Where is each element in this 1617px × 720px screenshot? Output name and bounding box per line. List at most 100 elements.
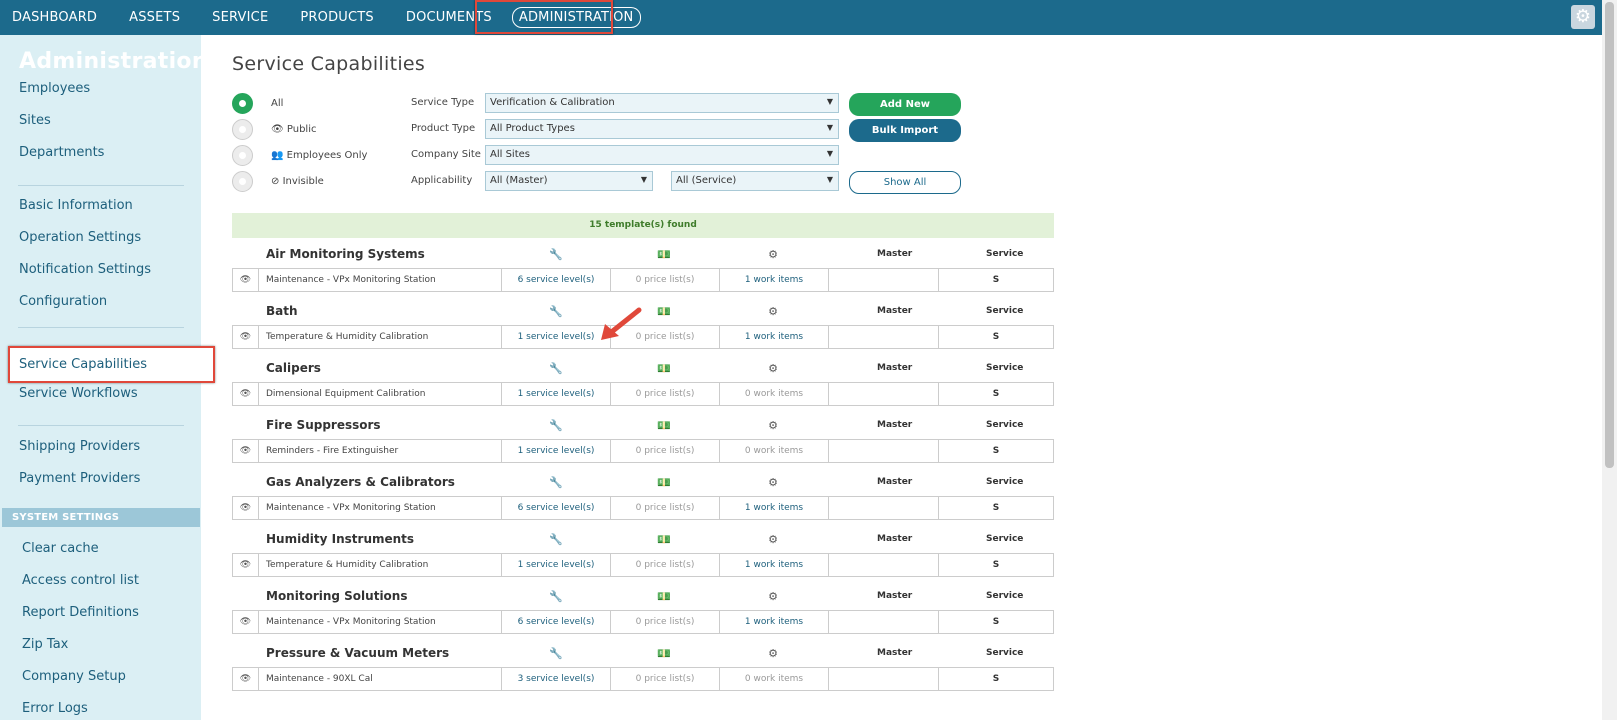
service-type-select[interactable]: Verification & Calibration ▼: [485, 93, 839, 113]
work-items-link[interactable]: 1 work items: [720, 554, 829, 576]
wrench-icon: 🔧: [549, 248, 563, 261]
service-levels-link[interactable]: 6 service level(s): [502, 497, 611, 519]
nav-documents[interactable]: DOCUMENTS: [406, 10, 492, 25]
nav-dashboard[interactable]: DASHBOARD: [12, 10, 97, 25]
sidebar-item-operation-settings[interactable]: Operation Settings: [19, 230, 141, 245]
radio-all[interactable]: [232, 93, 253, 114]
price-lists-link[interactable]: 0 price list(s): [611, 383, 720, 405]
sidebar-item-access-control-list[interactable]: Access control list: [22, 573, 139, 588]
eye-icon[interactable]: 👁: [233, 440, 259, 462]
service-column-header: Service: [986, 477, 1024, 487]
sidebar-item-notification-settings[interactable]: Notification Settings: [19, 262, 151, 277]
sidebar-item-payment-providers[interactable]: Payment Providers: [19, 471, 140, 486]
sidebar-item-configuration[interactable]: Configuration: [19, 294, 107, 309]
template-name: Maintenance - 90XL Cal: [259, 668, 502, 690]
group-name: Humidity Instruments: [266, 532, 415, 546]
service-column-header: Service: [986, 591, 1024, 601]
work-items-link[interactable]: 0 work items: [720, 383, 829, 405]
settings-gear-icon[interactable]: ⚙: [1571, 5, 1595, 29]
work-items-link[interactable]: 0 work items: [720, 440, 829, 462]
radio-employees-only[interactable]: [232, 145, 253, 166]
radio-public-text: Public: [286, 124, 317, 135]
service-levels-link[interactable]: 1 service level(s): [502, 326, 611, 348]
sidebar-item-basic-information[interactable]: Basic Information: [19, 198, 133, 213]
price-lists-link[interactable]: 0 price list(s): [611, 440, 720, 462]
service-levels-link[interactable]: 3 service level(s): [502, 668, 611, 690]
sidebar-item-clear-cache[interactable]: Clear cache: [22, 541, 99, 556]
applicability-service-value: All (Service): [676, 175, 737, 186]
dropdown-arrow-icon: ▼: [826, 149, 833, 158]
sidebar-item-service-workflows[interactable]: Service Workflows: [19, 386, 138, 401]
nav-assets[interactable]: ASSETS: [129, 10, 180, 25]
service-column-header: Service: [986, 249, 1024, 259]
service-column-header: Service: [986, 420, 1024, 430]
service-levels-link[interactable]: 1 service level(s): [502, 554, 611, 576]
eye-icon[interactable]: 👁: [233, 326, 259, 348]
sidebar-item-departments[interactable]: Departments: [19, 145, 104, 160]
sidebar-item-service-capabilities[interactable]: Service Capabilities: [19, 357, 147, 372]
master-column-header: Master: [877, 477, 913, 487]
sidebar-item-sites[interactable]: Sites: [19, 113, 51, 128]
show-all-button[interactable]: Show All: [849, 171, 961, 194]
price-lists-link[interactable]: 0 price list(s): [611, 326, 720, 348]
eye-icon[interactable]: 👁: [233, 497, 259, 519]
service-levels-link[interactable]: 1 service level(s): [502, 383, 611, 405]
applicability-master-select[interactable]: All (Master) ▼: [485, 171, 653, 191]
work-items-link[interactable]: 1 work items: [720, 497, 829, 519]
company-site-select[interactable]: All Sites ▼: [485, 145, 839, 165]
sidebar-item-error-logs[interactable]: Error Logs: [22, 701, 88, 716]
template-name: Maintenance - VPx Monitoring Station: [259, 269, 502, 291]
service-cell: S: [992, 674, 1000, 684]
work-items-link[interactable]: 1 work items: [720, 269, 829, 291]
service-levels-link[interactable]: 6 service level(s): [502, 269, 611, 291]
sidebar-item-service-capabilities-highlight[interactable]: Service Capabilities: [8, 346, 215, 383]
money-icon: 💵: [657, 647, 671, 660]
service-type-label: Service Type: [411, 97, 475, 108]
add-new-button[interactable]: Add New: [849, 93, 961, 116]
gear-icon: ⚙: [768, 305, 778, 318]
wrench-icon: 🔧: [549, 647, 563, 660]
service-cell: S: [992, 617, 1000, 627]
price-lists-link[interactable]: 0 price list(s): [611, 497, 720, 519]
eye-icon[interactable]: 👁: [233, 668, 259, 690]
bulk-import-button[interactable]: Bulk Import: [849, 119, 961, 142]
group-name: Bath: [266, 304, 298, 318]
sidebar-item-shipping-providers[interactable]: Shipping Providers: [19, 439, 140, 454]
service-levels-link[interactable]: 6 service level(s): [502, 611, 611, 633]
sidebar-item-zip-tax[interactable]: Zip Tax: [22, 637, 68, 652]
price-lists-link[interactable]: 0 price list(s): [611, 554, 720, 576]
eye-icon[interactable]: 👁: [233, 383, 259, 405]
applicability-service-select[interactable]: All (Service) ▼: [671, 171, 839, 191]
service-type-value: Verification & Calibration: [490, 97, 615, 108]
service-column-header: Service: [986, 306, 1024, 316]
radio-employees-text: Employees Only: [286, 150, 368, 161]
work-items-link[interactable]: 0 work items: [720, 668, 829, 690]
eye-icon[interactable]: 👁: [233, 269, 259, 291]
eye-icon[interactable]: 👁: [233, 611, 259, 633]
eye-icon: 👁: [271, 124, 284, 135]
nav-products[interactable]: PRODUCTS: [300, 10, 374, 25]
page-scrollbar[interactable]: [1602, 0, 1617, 720]
money-icon: 💵: [657, 419, 671, 432]
product-type-select[interactable]: All Product Types ▼: [485, 119, 839, 139]
master-column-header: Master: [877, 363, 913, 373]
sidebar-item-report-definitions[interactable]: Report Definitions: [22, 605, 139, 620]
scrollbar-thumb[interactable]: [1605, 2, 1614, 468]
results-count-banner: 15 template(s) found: [232, 213, 1054, 238]
gear-icon: ⚙: [768, 647, 778, 660]
radio-invisible[interactable]: [232, 171, 253, 192]
nav-service[interactable]: SERVICE: [212, 10, 268, 25]
nav-administration[interactable]: ADMINISTRATION: [511, 7, 641, 28]
service-levels-link[interactable]: 1 service level(s): [502, 440, 611, 462]
eye-slash-icon: ⊘: [271, 176, 280, 187]
sidebar-item-employees[interactable]: Employees: [19, 81, 90, 96]
sidebar-item-company-setup[interactable]: Company Setup: [22, 669, 126, 684]
table-row: 👁 Maintenance - VPx Monitoring Station 6 s…: [232, 268, 1054, 292]
price-lists-link[interactable]: 0 price list(s): [611, 668, 720, 690]
price-lists-link[interactable]: 0 price list(s): [611, 269, 720, 291]
work-items-link[interactable]: 1 work items: [720, 611, 829, 633]
work-items-link[interactable]: 1 work items: [720, 326, 829, 348]
eye-icon[interactable]: 👁: [233, 554, 259, 576]
radio-public[interactable]: [232, 119, 253, 140]
price-lists-link[interactable]: 0 price list(s): [611, 611, 720, 633]
